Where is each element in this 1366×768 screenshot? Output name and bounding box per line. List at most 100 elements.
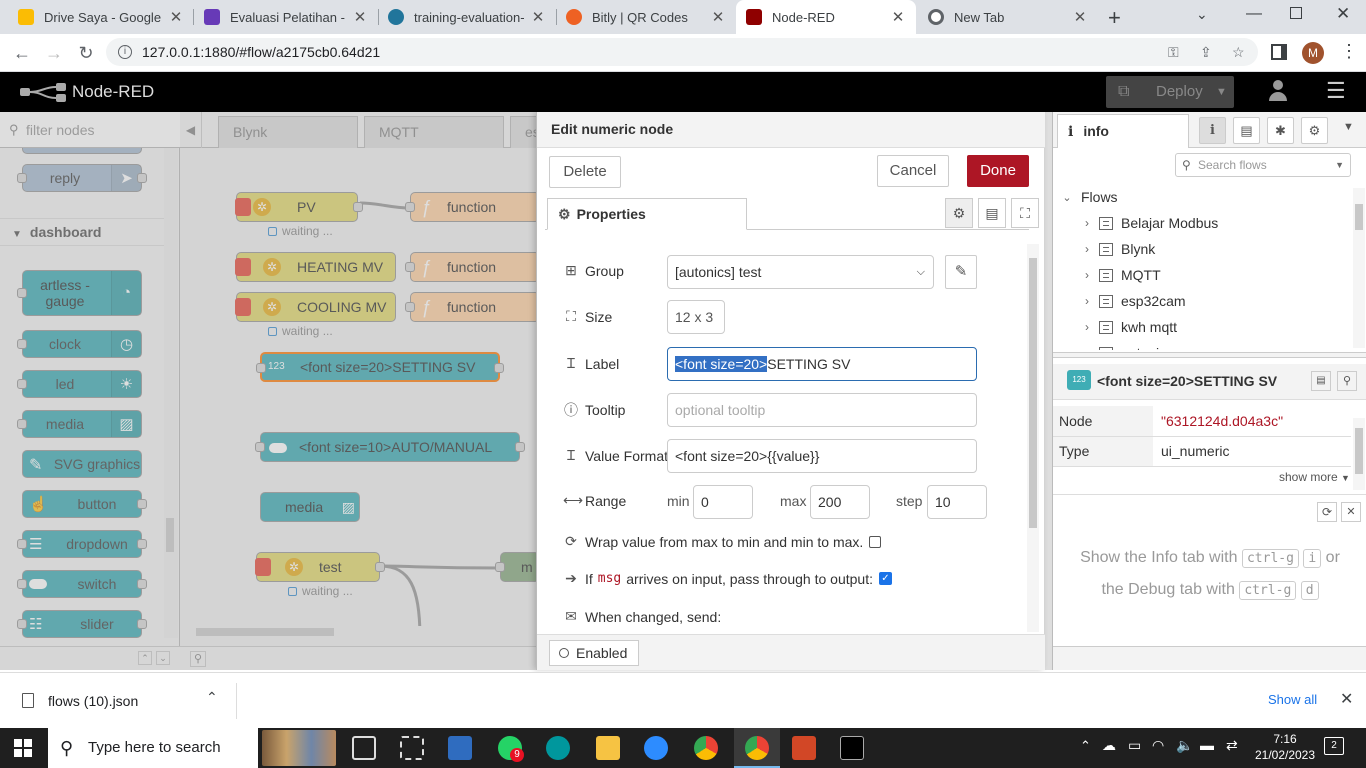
terminal-icon[interactable] xyxy=(840,736,864,760)
flow-workspace[interactable]: ◀ Blynk MQTT es ✲ PV waiting ... ƒ funct… xyxy=(180,112,550,670)
close-icon[interactable]: ✕ xyxy=(168,8,184,26)
collapse-all-icon[interactable]: ⌃ xyxy=(138,651,152,665)
info-icon[interactable]: i xyxy=(118,45,132,59)
minimize-button[interactable]: — xyxy=(1246,5,1262,23)
info-tab-icon[interactable]: i xyxy=(1199,117,1226,144)
group-select[interactable]: [autonics] test ⌵ xyxy=(667,255,934,289)
search-flows-input[interactable]: ⚲ Search flows ▼ xyxy=(1175,153,1351,177)
flow-node-test[interactable]: ✲ test xyxy=(255,552,385,582)
side-panel-icon[interactable] xyxy=(1271,44,1287,60)
file-explorer-icon[interactable] xyxy=(596,736,620,760)
label-input[interactable]: <font size=20>SETTING SV xyxy=(667,347,977,381)
book-icon[interactable]: ▤ xyxy=(1311,371,1331,391)
sidebar-splitter[interactable] xyxy=(1053,352,1366,358)
flow-item[interactable]: › Belajar Modbus xyxy=(1053,210,1353,236)
keyboard-icon[interactable]: ▬ xyxy=(1200,737,1214,753)
flow-node-cooling-mv[interactable]: ✲ COOLING MV xyxy=(235,292,396,322)
palette-node-dropdown[interactable]: ☰ dropdown xyxy=(17,530,147,558)
flow-node-m[interactable]: m xyxy=(495,552,540,582)
browser-tab-bitly[interactable]: Bitly | QR Codes ✕ xyxy=(556,0,736,34)
refresh-icon[interactable]: ⟳ xyxy=(1317,502,1337,522)
key-icon[interactable]: ⚿ xyxy=(1168,38,1179,66)
close-icon[interactable]: ✕ xyxy=(1341,502,1361,522)
cloud-icon[interactable]: ☁ xyxy=(1102,737,1116,754)
flow-item[interactable]: › kwh mqtt xyxy=(1053,314,1353,340)
wrap-checkbox[interactable] xyxy=(869,535,882,548)
edit-group-pencil-icon[interactable]: ✎ xyxy=(945,255,977,289)
browser-tab-newtab[interactable]: New Tab ✕ xyxy=(918,0,1098,34)
flow-node-media[interactable]: media ▨ xyxy=(260,492,360,522)
tooltip-input[interactable]: optional tooltip xyxy=(667,393,977,427)
capture-icon[interactable] xyxy=(400,736,424,760)
tab-search-chevron-icon[interactable]: ⌄ xyxy=(1196,6,1208,23)
flow-node-function[interactable]: ƒ function xyxy=(405,192,540,222)
hamburger-menu-icon[interactable]: ☰ xyxy=(1326,80,1346,102)
close-icon[interactable]: ✕ xyxy=(1072,8,1088,26)
palette-node-partial[interactable] xyxy=(22,148,142,154)
flow-node-pv[interactable]: ✲ PV xyxy=(235,192,363,222)
maximize-button[interactable] xyxy=(1290,7,1302,19)
step-input[interactable]: 10 xyxy=(927,485,987,519)
flow-item[interactable]: › MQTT xyxy=(1053,262,1353,288)
volume-icon[interactable]: 🔈 xyxy=(1176,737,1193,754)
browser-menu-icon[interactable]: ⋮ xyxy=(1340,41,1358,62)
show-all-link[interactable]: Show all xyxy=(1268,692,1317,707)
palette-node-gauge[interactable]: artless - gauge ◔ xyxy=(17,270,142,316)
value-format-input[interactable]: <font size=20>{{value}} xyxy=(667,439,977,473)
tab-info[interactable]: i info xyxy=(1057,114,1189,148)
user-icon[interactable] xyxy=(1268,80,1288,102)
scroll-left-icon[interactable]: ◀ xyxy=(180,112,202,148)
reload-button[interactable]: ↻ xyxy=(73,40,99,66)
flow-item[interactable]: ›autonic xyxy=(1053,340,1353,350)
search-icon[interactable]: ⚲ xyxy=(190,651,206,667)
flow-item[interactable]: › esp32cam xyxy=(1053,288,1353,314)
browser-tab-drive[interactable]: Drive Saya - Google D ✕ xyxy=(8,0,194,34)
expand-all-icon[interactable]: ⌄ xyxy=(156,651,170,665)
windows-start-icon[interactable] xyxy=(14,739,32,757)
deploy-button[interactable]: ⧉ Deploy ▼ xyxy=(1106,76,1234,108)
profile-avatar[interactable]: M xyxy=(1302,42,1324,64)
back-button[interactable]: ← xyxy=(9,40,35,66)
new-tab-button[interactable]: + xyxy=(1108,5,1121,31)
cancel-button[interactable]: Cancel xyxy=(877,155,949,187)
bookmark-star-icon[interactable]: ☆ xyxy=(1232,38,1245,66)
flow-node-function[interactable]: ƒ function xyxy=(405,252,540,282)
max-input[interactable]: 200 xyxy=(810,485,870,519)
powerpoint-icon[interactable] xyxy=(792,736,816,760)
whatsapp-icon[interactable]: 9 xyxy=(498,736,524,762)
network-app-icon[interactable] xyxy=(448,736,472,760)
flow-node-setting-sv[interactable]: 123 <font size=20>SETTING SV xyxy=(256,352,504,382)
url-field[interactable]: i 127.0.0.1:1880/#flow/a2175cb0.64d21 ⚿ … xyxy=(106,38,1258,66)
tab-mqtt[interactable]: MQTT xyxy=(364,116,504,148)
info-scrollbar[interactable] xyxy=(1353,418,1365,490)
close-icon[interactable]: ✕ xyxy=(1340,689,1353,709)
flows-heading-row[interactable]: ⌄ Flows xyxy=(1053,184,1353,210)
clock[interactable]: 7:16 21/02/2023 xyxy=(1250,731,1320,763)
horizontal-scrollbar[interactable] xyxy=(180,626,540,638)
taskbar-search[interactable]: ⚲ Type here to search xyxy=(48,728,258,768)
browser-tab-wordpress[interactable]: training-evaluation-fo ✕ xyxy=(378,0,556,34)
flow-node-function[interactable]: ƒ function xyxy=(405,292,540,322)
download-file-name[interactable]: flows (10).json xyxy=(48,693,138,709)
min-input[interactable]: 0 xyxy=(693,485,753,519)
tab-settings-gear-icon[interactable]: ⚙ xyxy=(945,198,973,228)
tray-scrollbar[interactable] xyxy=(1027,244,1039,632)
zoom-icon[interactable] xyxy=(644,736,668,760)
browser-tab-nodered[interactable]: Node-RED ✕ xyxy=(736,0,916,34)
palette-category-dashboard[interactable]: ▼ dashboard xyxy=(0,218,164,246)
search-icon[interactable]: ⚲ xyxy=(1337,371,1357,391)
language-icon[interactable]: ⇄ xyxy=(1226,737,1238,754)
palette-scrollbar[interactable] xyxy=(164,148,178,638)
enabled-toggle[interactable]: Enabled xyxy=(549,640,639,666)
palette-node-switch[interactable]: switch xyxy=(17,570,147,598)
passthru-checkbox[interactable]: ✓ xyxy=(878,572,892,585)
flow-node-auto-manual[interactable]: <font size=10>AUTO/MANUAL xyxy=(255,432,525,462)
tab-blynk[interactable]: Blynk xyxy=(218,116,358,148)
filter-nodes-input[interactable]: ⚲ filter nodes xyxy=(0,112,180,148)
active-chrome-taskbar[interactable] xyxy=(734,728,780,768)
help-book-icon[interactable]: ▤ xyxy=(1233,117,1260,144)
delete-button[interactable]: Delete xyxy=(549,156,621,188)
palette-node-led[interactable]: led ☀ xyxy=(17,370,142,398)
palette-node-media[interactable]: media ▨ xyxy=(17,410,142,438)
tab-properties[interactable]: ⚙ Properties xyxy=(547,198,747,230)
